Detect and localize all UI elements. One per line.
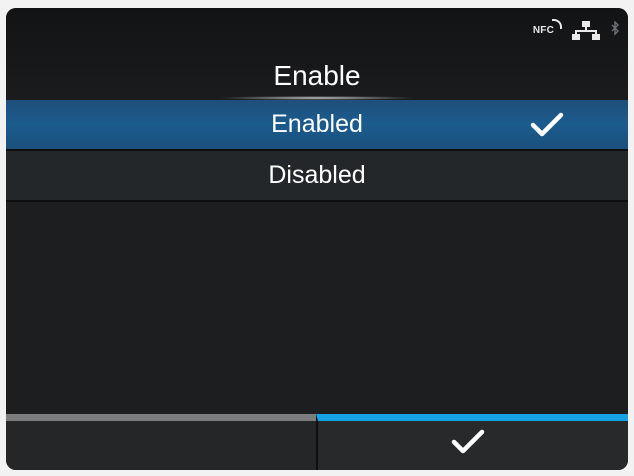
option-label: Enabled [271,110,363,138]
check-icon [530,112,564,145]
option-label: Disabled [268,161,366,189]
bottom-button-bar [6,414,628,470]
option-list: Enabled Disabled [6,100,628,202]
option-disabled[interactable]: Disabled [6,151,628,202]
check-icon [451,429,485,460]
printer-settings-screen: NFC Enable Enabled Disabled [6,8,628,470]
top-bar: NFC Enable [6,8,628,104]
option-enabled[interactable]: Enabled [6,100,628,151]
status-icons: NFC [533,18,620,40]
back-button[interactable] [6,414,316,470]
nfc-icon: NFC [533,18,563,36]
page-title: Enable [273,60,361,91]
bluetooth-icon [610,21,620,39]
confirm-button[interactable] [316,414,628,470]
network-icon [572,20,600,40]
